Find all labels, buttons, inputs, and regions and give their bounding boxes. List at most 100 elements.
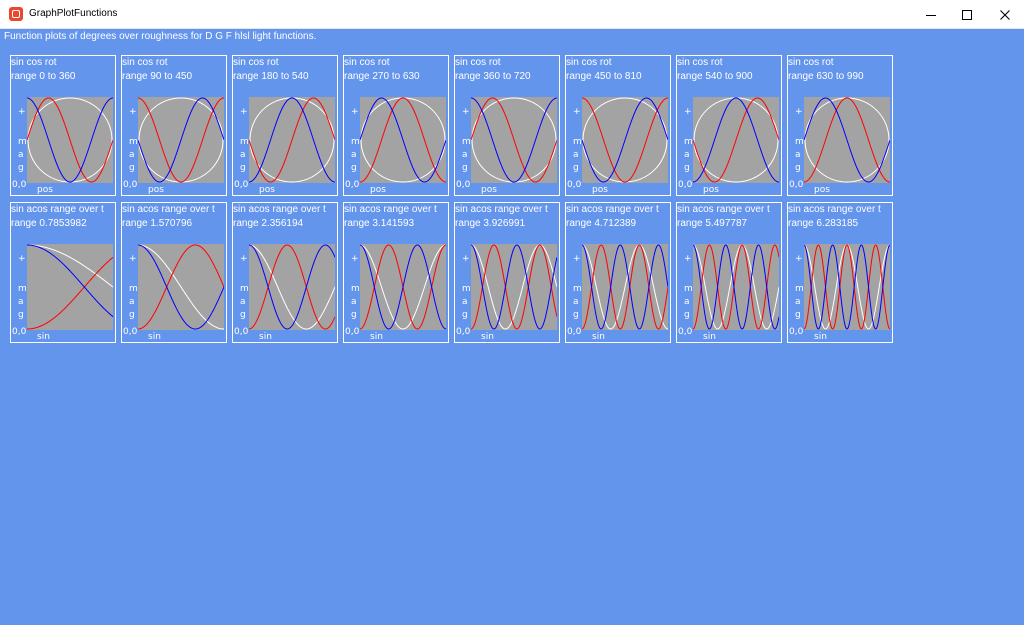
y-axis-plus-label: + (351, 254, 359, 264)
y-axis-label: mag (462, 136, 471, 175)
sinacos-plot-panel: sin acos range over t range 5.497787 + m a g 0… (676, 202, 782, 343)
panel-range: range 270 to 630 (344, 71, 420, 82)
y-axis-letter: g (795, 310, 801, 320)
y-axis-plus-label: + (18, 107, 26, 117)
window-titlebar[interactable]: GraphPlotFunctions (0, 0, 1024, 29)
y-axis-label: mag (240, 283, 249, 322)
plot-area (249, 97, 335, 183)
y-axis-letter: m (573, 284, 582, 294)
y-axis-letter: m (351, 284, 360, 294)
y-axis-letter: m (18, 137, 27, 147)
plot-area (471, 244, 557, 330)
sinacos-plot-panel: sin acos range over t range 1.570796 + m a g 0… (121, 202, 227, 343)
y-axis-letter: a (684, 297, 690, 307)
x-axis-label: sin (370, 332, 383, 342)
sin-curve (804, 244, 890, 330)
range-curve (471, 244, 557, 330)
y-axis-letter: m (129, 137, 138, 147)
origin-label: 0,0 (234, 180, 249, 190)
range-curve (249, 244, 335, 330)
panel-range: range 2.356194 (233, 218, 304, 229)
x-axis-label: sin (259, 332, 272, 342)
x-axis-label: pos (148, 185, 164, 195)
y-axis-letter: g (573, 310, 579, 320)
y-axis-label: mag (240, 136, 249, 175)
sinacos-plot-panel: sin acos range over t range 3.141593 + m a g 0… (343, 202, 449, 343)
close-icon (1000, 9, 1010, 20)
y-axis-label: mag (684, 283, 693, 322)
close-button[interactable] (982, 0, 1024, 29)
panel-title: sin acos range over t (344, 204, 437, 215)
range-curve (693, 244, 779, 330)
panel-range: range 6.283185 (788, 218, 859, 229)
y-axis-letter: m (240, 284, 249, 294)
plot-area (27, 244, 113, 330)
origin-label: 0,0 (12, 327, 27, 337)
plot-svg (582, 244, 668, 330)
plot-area (804, 244, 890, 330)
y-axis-label: mag (351, 283, 360, 322)
y-axis-letter: a (129, 150, 135, 160)
panel-title: sin acos range over t (11, 204, 104, 215)
y-axis-label: mag (351, 136, 360, 175)
y-axis-label: mag (129, 136, 138, 175)
sincos-plot-panel: sin cos rot range 450 to 810 + m a g 0,0 pos (565, 55, 671, 196)
y-axis-letter: g (240, 163, 246, 173)
origin-label: 0,0 (789, 180, 804, 190)
panel-range: range 450 to 810 (566, 71, 642, 82)
y-axis-label: mag (795, 136, 804, 175)
panel-range: range 540 to 900 (677, 71, 753, 82)
range-curve (27, 244, 113, 288)
y-axis-plus-label: + (18, 254, 26, 264)
x-axis-label: pos (370, 185, 386, 195)
sinacos-plot-panel: sin acos range over t range 4.712389 + m a g 0… (565, 202, 671, 343)
minimize-icon (926, 14, 936, 16)
y-axis-letter: a (795, 150, 801, 160)
origin-label: 0,0 (678, 327, 693, 337)
y-axis-letter: a (573, 297, 579, 307)
panel-title: sin cos rot (344, 57, 390, 68)
range-curve (804, 244, 890, 330)
x-axis-label: pos (703, 185, 719, 195)
plot-svg (693, 97, 779, 183)
y-axis-letter: a (240, 150, 246, 160)
origin-label: 0,0 (345, 180, 360, 190)
y-axis-plus-label: + (240, 254, 248, 264)
y-axis-plus-label: + (240, 107, 248, 117)
y-axis-letter: a (351, 297, 357, 307)
panel-title: sin cos rot (677, 57, 723, 68)
y-axis-plus-label: + (462, 254, 470, 264)
sincos-plot-panel: sin cos rot range 270 to 630 + m a g 0,0 pos (343, 55, 449, 196)
y-axis-letter: a (351, 150, 357, 160)
y-axis-letter: g (240, 310, 246, 320)
y-axis-letter: a (684, 150, 690, 160)
panel-title: sin cos rot (455, 57, 501, 68)
plot-area (582, 244, 668, 330)
plot-area (360, 244, 446, 330)
y-axis-letter: a (129, 297, 135, 307)
plot-svg (138, 97, 224, 183)
app-icon (9, 7, 23, 21)
sincos-plot-panel: sin cos rot range 0 to 360 + m a g 0,0 pos (10, 55, 116, 196)
origin-label: 0,0 (234, 327, 249, 337)
origin-label: 0,0 (456, 327, 471, 337)
origin-label: 0,0 (456, 180, 471, 190)
y-axis-letter: g (462, 163, 468, 173)
y-axis-plus-label: + (684, 107, 692, 117)
x-axis-label: sin (592, 332, 605, 342)
window-title: GraphPlotFunctions (29, 8, 118, 19)
y-axis-label: mag (462, 283, 471, 322)
y-axis-letter: g (684, 310, 690, 320)
y-axis-letter: a (18, 297, 24, 307)
origin-label: 0,0 (789, 327, 804, 337)
panel-range: range 0.7853982 (11, 218, 87, 229)
y-axis-letter: g (351, 163, 357, 173)
panel-range: range 90 to 450 (122, 71, 193, 82)
y-axis-plus-label: + (795, 254, 803, 264)
y-axis-letter: g (129, 163, 135, 173)
sincos-plot-panel: sin cos rot range 360 to 720 + m a g 0,0 pos (454, 55, 560, 196)
x-axis-label: pos (814, 185, 830, 195)
y-axis-letter: a (573, 150, 579, 160)
y-axis-label: mag (18, 136, 27, 175)
plot-svg (804, 244, 890, 330)
